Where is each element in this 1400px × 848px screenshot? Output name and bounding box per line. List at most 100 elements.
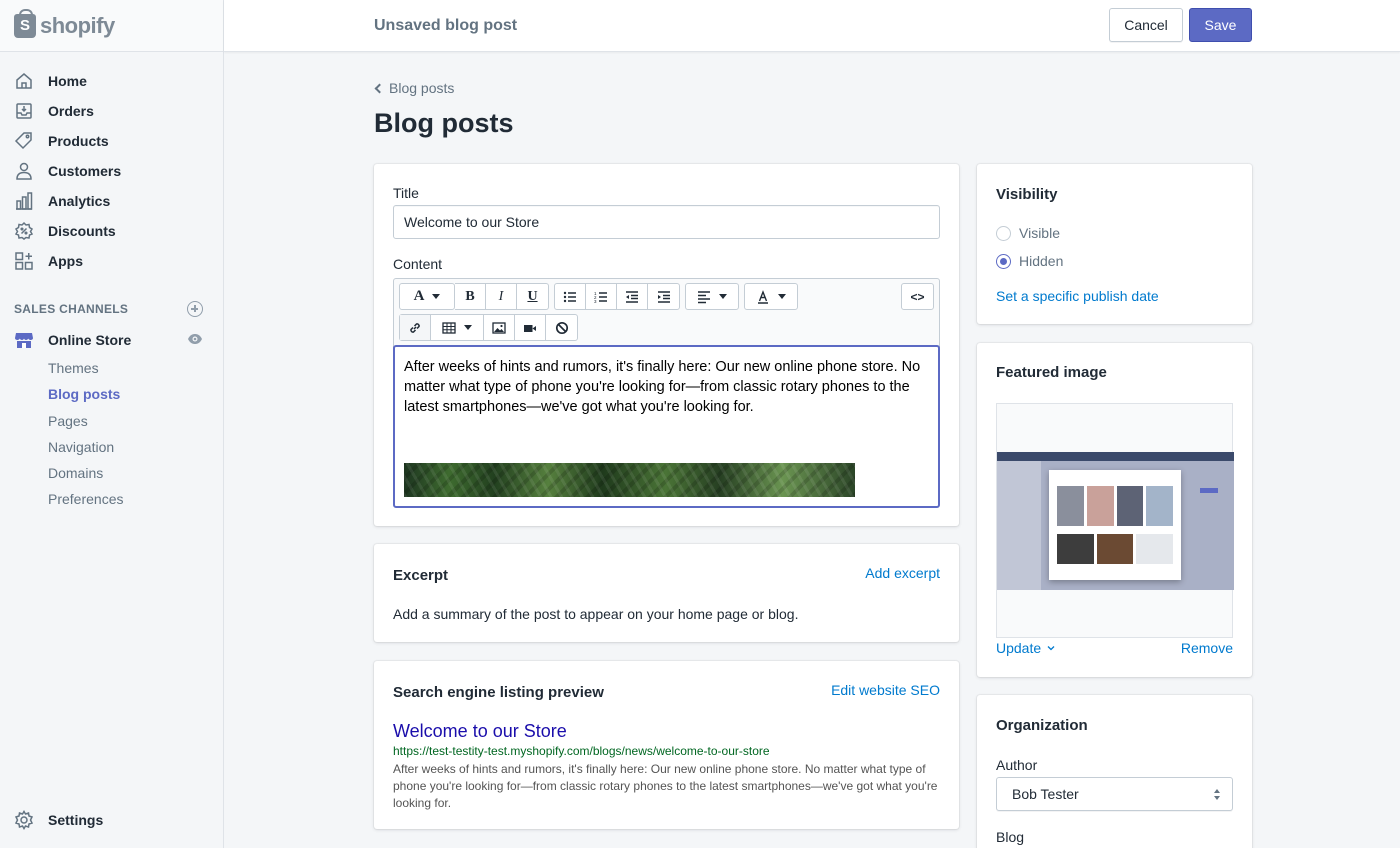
sub-item-blog-posts[interactable]: Blog posts — [0, 381, 223, 407]
html-source-button[interactable]: <> — [902, 284, 933, 309]
content-label: Content — [393, 256, 443, 272]
radio-button-checked[interactable] — [996, 253, 1011, 269]
settings-label: Settings — [48, 812, 104, 828]
nav-item-products[interactable]: Products — [0, 126, 223, 156]
breadcrumb[interactable]: Blog posts — [374, 80, 454, 96]
sidebar: S shopify Home Orders Products Customers… — [0, 0, 224, 848]
text-color-icon — [758, 289, 768, 304]
numbered-list-button[interactable]: 123 — [586, 284, 617, 309]
select-arrows-icon — [1214, 789, 1220, 801]
align-left-icon — [698, 290, 710, 303]
nav-item-online-store[interactable]: Online Store — [0, 325, 223, 355]
featured-image-heading: Featured image — [996, 364, 1107, 381]
top-bar: Unsaved blog post Cancel Save — [224, 0, 1400, 52]
svg-text:3: 3 — [594, 299, 597, 304]
sub-item-themes[interactable]: Themes — [0, 355, 223, 381]
excerpt-card: Excerpt Add excerpt Add a summary of the… — [374, 544, 959, 642]
chevron-down-icon — [1047, 646, 1055, 651]
insert-image-button[interactable] — [484, 315, 515, 340]
outdent-icon — [626, 290, 638, 303]
visibility-options: Visible Hidden — [996, 219, 1063, 275]
excerpt-heading: Excerpt — [393, 567, 449, 584]
bullet-list-icon — [563, 291, 576, 302]
underline-button[interactable]: U — [517, 284, 548, 309]
breadcrumb-label: Blog posts — [389, 80, 455, 96]
table-dropdown[interactable] — [431, 315, 484, 340]
radio-button[interactable] — [996, 225, 1011, 241]
featured-image-thumbnail — [997, 452, 1234, 590]
update-image-dropdown[interactable]: Update — [996, 640, 1055, 656]
seo-preview-url: https://test-testity-test.myshopify.com/… — [393, 744, 770, 758]
align-dropdown[interactable] — [686, 284, 738, 309]
nav-label: Analytics — [48, 193, 111, 209]
nav-item-analytics[interactable]: Analytics — [0, 186, 223, 216]
online-store-subnav: Themes Blog posts Pages Navigation Domai… — [0, 355, 223, 513]
caret-down-icon — [464, 325, 472, 330]
title-input[interactable] — [393, 205, 940, 239]
remove-image-link[interactable]: Remove — [1181, 640, 1233, 656]
indent-button[interactable] — [648, 284, 679, 309]
outdent-button[interactable] — [617, 284, 648, 309]
add-channel-icon[interactable] — [187, 301, 203, 317]
content-inline-image[interactable] — [404, 463, 855, 497]
publish-date-link[interactable]: Set a specific publish date — [996, 288, 1159, 304]
author-select[interactable]: Bob Tester — [996, 777, 1233, 811]
rich-text-editor: A B I U 123 <> After weeks of hints and … — [393, 278, 940, 508]
nav-item-apps[interactable]: Apps — [0, 246, 223, 276]
italic-button[interactable]: I — [486, 284, 517, 309]
seo-preview-title[interactable]: Welcome to our Store — [393, 721, 567, 742]
clear-format-button[interactable] — [546, 315, 577, 340]
orders-icon — [14, 101, 34, 121]
sub-item-navigation[interactable]: Navigation — [0, 434, 223, 460]
nav-item-orders[interactable]: Orders — [0, 96, 223, 126]
radio-label: Visible — [1019, 225, 1060, 241]
edit-seo-link[interactable]: Edit website SEO — [831, 682, 940, 698]
nav-item-settings[interactable]: Settings — [14, 808, 103, 832]
featured-image-card: Featured image Update Remove — [977, 343, 1252, 677]
bold-button[interactable]: B — [455, 284, 486, 309]
tag-icon — [14, 131, 34, 151]
nav-item-discounts[interactable]: Discounts — [0, 216, 223, 246]
radio-visible[interactable]: Visible — [996, 219, 1063, 247]
image-icon — [492, 321, 506, 334]
organization-heading: Organization — [996, 717, 1088, 734]
seo-heading: Search engine listing preview — [393, 684, 604, 701]
shopify-logo[interactable]: S shopify — [0, 0, 223, 52]
unsaved-title: Unsaved blog post — [374, 17, 518, 34]
clear-format-icon — [555, 321, 568, 334]
font-icon: A — [413, 288, 425, 304]
store-icon — [14, 330, 34, 350]
toolbar-row-2 — [399, 314, 583, 341]
font-dropdown[interactable]: A — [400, 284, 454, 309]
organization-card: Organization Author Bob Tester Blog — [977, 695, 1252, 848]
link-button[interactable] — [400, 315, 431, 340]
caret-down-icon — [719, 294, 727, 299]
caret-down-icon — [778, 294, 786, 299]
eye-icon[interactable] — [187, 332, 203, 348]
nav-label: Products — [48, 133, 109, 149]
text-color-dropdown[interactable] — [745, 284, 797, 309]
table-icon — [442, 321, 456, 334]
person-icon — [14, 161, 34, 181]
radio-hidden[interactable]: Hidden — [996, 247, 1063, 275]
author-label: Author — [996, 757, 1038, 773]
insert-video-button[interactable] — [515, 315, 546, 340]
link-icon — [410, 322, 420, 333]
nav-label: Orders — [48, 103, 94, 119]
nav-label: Apps — [48, 253, 83, 269]
sales-channels-header: SALES CHANNELS — [0, 299, 223, 319]
seo-preview-card: Search engine listing preview Edit websi… — [374, 661, 959, 829]
save-button[interactable]: Save — [1189, 8, 1252, 42]
nav-label: Home — [48, 73, 87, 89]
add-excerpt-link[interactable]: Add excerpt — [865, 565, 940, 581]
featured-image-preview[interactable] — [996, 403, 1234, 638]
sub-item-pages[interactable]: Pages — [0, 408, 223, 434]
sub-item-preferences[interactable]: Preferences — [0, 486, 223, 512]
nav-item-customers[interactable]: Customers — [0, 156, 223, 186]
cancel-button[interactable]: Cancel — [1109, 8, 1183, 42]
home-icon — [14, 71, 34, 91]
sub-item-domains[interactable]: Domains — [0, 460, 223, 486]
bullet-list-button[interactable] — [555, 284, 586, 309]
nav-item-home[interactable]: Home — [0, 66, 223, 96]
content-editor-area[interactable]: After weeks of hints and rumors, it's fi… — [393, 345, 940, 508]
